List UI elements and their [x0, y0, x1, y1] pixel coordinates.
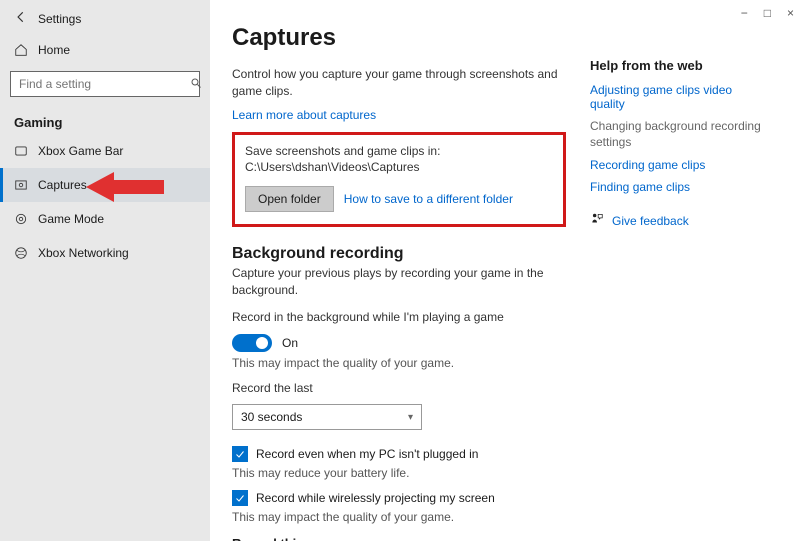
- search-input[interactable]: [10, 71, 200, 97]
- sidebar-home-label: Home: [38, 43, 70, 57]
- record-this-heading: Record this: [232, 536, 566, 541]
- sidebar-item-xbox-networking[interactable]: Xbox Networking: [0, 236, 210, 270]
- chevron-down-icon: ▾: [408, 412, 413, 423]
- help-link-quality[interactable]: Adjusting game clips video quality: [590, 83, 770, 111]
- sidebar: Settings Home Gaming Xbox Game Bar: [0, 0, 210, 541]
- sidebar-item-label: Captures: [38, 178, 87, 192]
- search-field[interactable]: [11, 77, 182, 91]
- help-link-recording[interactable]: Recording game clips: [590, 158, 770, 172]
- sidebar-item-label: Xbox Networking: [38, 246, 129, 260]
- window-title: Settings: [38, 12, 81, 26]
- help-link-background: Changing background recording settings: [590, 119, 770, 150]
- page-title: Captures: [232, 24, 566, 52]
- checkbox-not-plugged-in[interactable]: Record even when my PC isn't plugged in: [232, 446, 566, 462]
- checkbox-wireless-projecting[interactable]: Record while wirelessly projecting my sc…: [232, 490, 566, 506]
- sidebar-item-label: Xbox Game Bar: [38, 144, 123, 158]
- annotation-arrow-icon: [86, 170, 166, 204]
- sidebar-item-label: Game Mode: [38, 212, 104, 226]
- captures-icon: [14, 178, 28, 192]
- checkbox-label: Record even when my PC isn't plugged in: [256, 447, 478, 461]
- checkbox-label: Record while wirelessly projecting my sc…: [256, 491, 495, 505]
- background-recording-toggle[interactable]: [232, 334, 272, 352]
- back-icon[interactable]: [14, 10, 28, 27]
- close-icon[interactable]: ×: [787, 6, 794, 20]
- open-folder-button[interactable]: Open folder: [245, 186, 334, 212]
- learn-more-link[interactable]: Learn more about captures: [232, 108, 376, 122]
- minimize-icon[interactable]: −: [741, 6, 748, 20]
- sidebar-home[interactable]: Home: [0, 35, 210, 65]
- help-title: Help from the web: [590, 58, 770, 73]
- home-icon: [14, 43, 28, 57]
- background-recording-subtitle: Capture your previous plays by recording…: [232, 265, 566, 299]
- how-to-save-link[interactable]: How to save to a different folder: [344, 192, 513, 206]
- checkbox2-note: This may impact the quality of your game…: [232, 510, 566, 524]
- checkbox1-note: This may reduce your battery life.: [232, 466, 566, 480]
- search-icon: [182, 77, 210, 92]
- help-link-finding[interactable]: Finding game clips: [590, 180, 770, 194]
- page-intro: Control how you capture your game throug…: [232, 66, 566, 100]
- game-bar-icon: [14, 144, 28, 158]
- toggle-label: Record in the background while I'm playi…: [232, 309, 566, 326]
- give-feedback-link[interactable]: Give feedback: [612, 214, 689, 228]
- record-last-select[interactable]: 30 seconds ▾: [232, 404, 422, 430]
- checkmark-icon: [232, 446, 248, 462]
- xbox-networking-icon: [14, 246, 28, 260]
- save-location-box: Save screenshots and game clips in: C:\U…: [232, 132, 566, 228]
- toggle-state: On: [282, 336, 298, 350]
- sidebar-item-xbox-game-bar[interactable]: Xbox Game Bar: [0, 134, 210, 168]
- checkmark-icon: [232, 490, 248, 506]
- save-location-text: Save screenshots and game clips in: C:\U…: [245, 143, 553, 177]
- feedback-icon: [590, 212, 604, 229]
- sidebar-item-game-mode[interactable]: Game Mode: [0, 202, 210, 236]
- help-panel: Help from the web Adjusting game clips v…: [590, 24, 770, 541]
- background-recording-heading: Background recording: [232, 245, 566, 263]
- sidebar-section-label: Gaming: [0, 103, 210, 134]
- toggle-note: This may impact the quality of your game…: [232, 356, 566, 370]
- record-last-value: 30 seconds: [241, 410, 302, 424]
- maximize-icon[interactable]: □: [764, 6, 771, 20]
- game-mode-icon: [14, 212, 28, 226]
- record-last-label: Record the last: [232, 380, 566, 397]
